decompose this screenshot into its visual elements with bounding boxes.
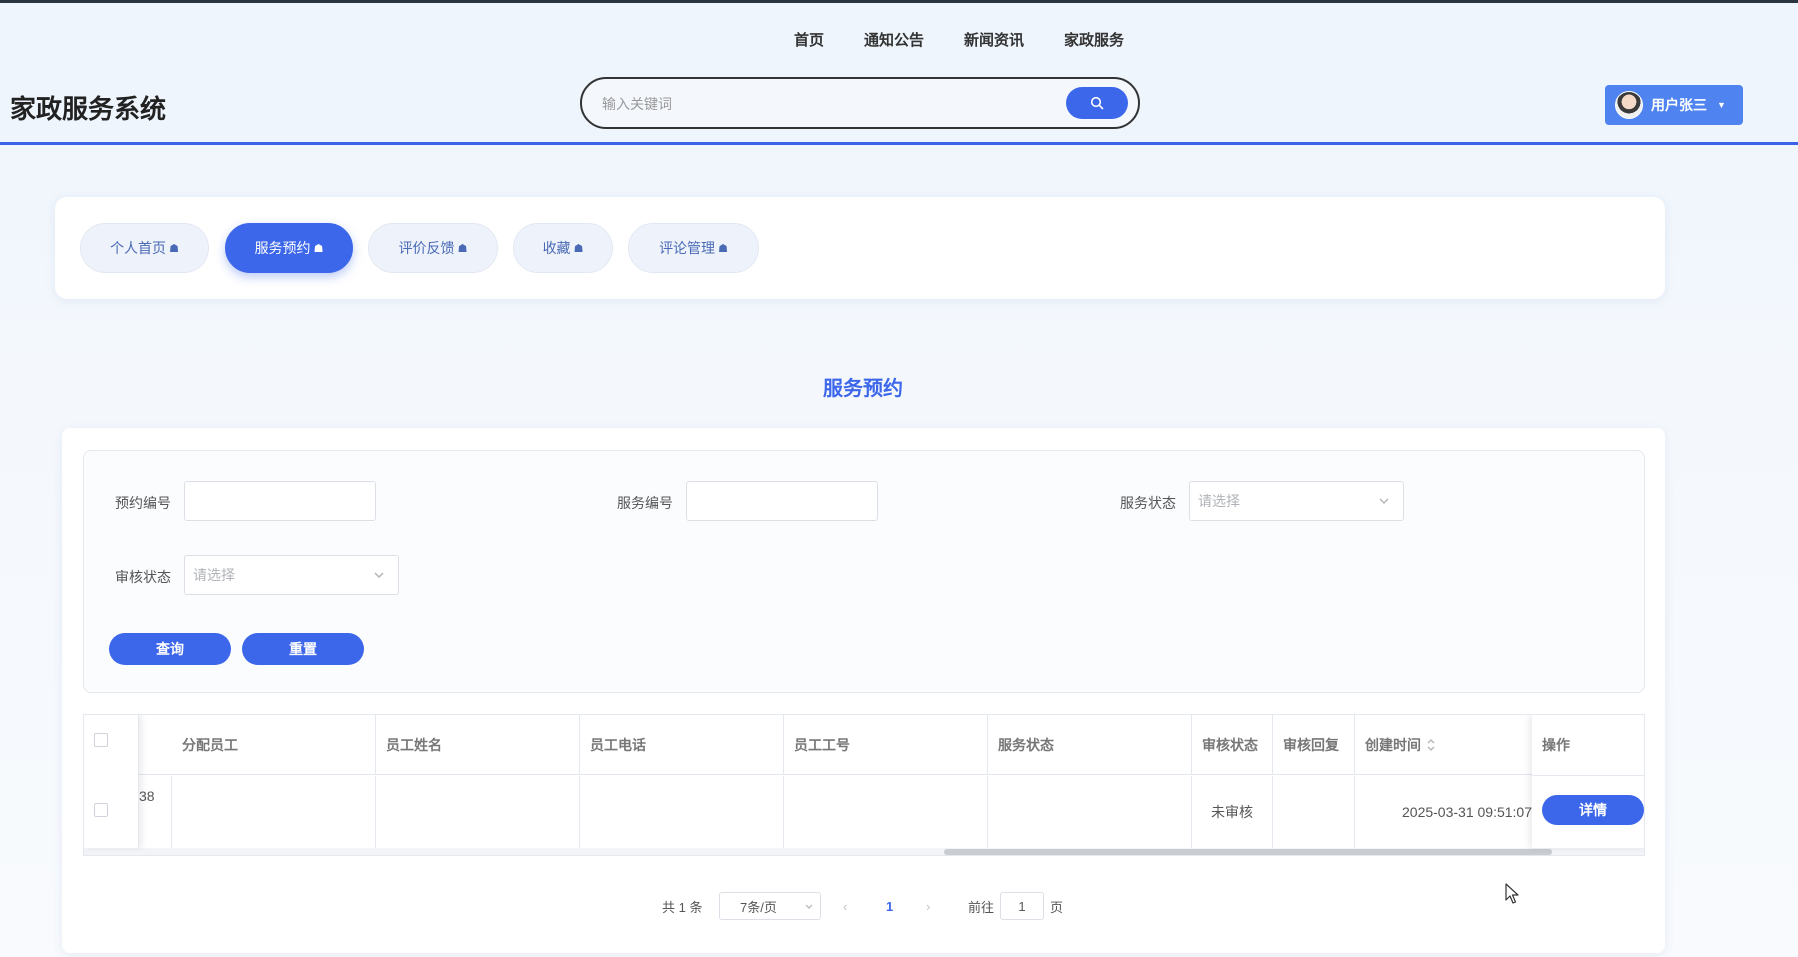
detail-button[interactable]: 详情 (1542, 795, 1644, 825)
cell-created-at: 2025-03-31 09:51:07 (1402, 804, 1532, 820)
cell-staff-name (376, 776, 580, 848)
prev-page-icon[interactable]: ‹ (843, 892, 847, 920)
home-icon: ☗ (169, 242, 179, 255)
tab-label: 个人首页 (110, 240, 167, 256)
cell-assigned-staff (172, 776, 376, 848)
next-page-icon[interactable]: › (926, 892, 930, 920)
top-nav: 首页 通知公告 新闻资讯 家政服务 (0, 29, 1798, 50)
tab-comment-management[interactable]: 评论管理 ☗ (628, 223, 759, 273)
cell-audit-status: 未审核 (1192, 776, 1273, 848)
booking-panel: 预约编号 服务编号 服务状态 请选择 审核状态 请选择 查询 重置 分配员工 员… (62, 428, 1665, 953)
page-suffix: 页 (1050, 899, 1064, 915)
select-all-checkbox[interactable] (94, 733, 108, 747)
avatar (1615, 91, 1643, 119)
column-audit-status: 审核状态 (1192, 715, 1273, 775)
cell-staff-phone (580, 776, 784, 848)
page-size-value: 7条/页 (740, 899, 777, 915)
audit-status-select[interactable]: 请选择 (184, 555, 399, 595)
booking-no-label: 预约编号 (115, 495, 171, 511)
sort-icon[interactable] (1425, 738, 1437, 752)
site-title: 家政服务系统 (10, 94, 167, 124)
service-status-label: 服务状态 (1120, 495, 1176, 511)
column-audit-reply: 审核回复 (1273, 715, 1355, 775)
search-input[interactable] (602, 91, 1042, 117)
row-id-partial: 38 (139, 776, 172, 848)
tab-label: 收藏 (542, 240, 571, 256)
tab-label: 评论管理 (659, 240, 716, 256)
goto-label: 前往 (968, 899, 995, 915)
column-action: 操作 (1542, 737, 1570, 753)
select-placeholder: 请选择 (193, 567, 235, 583)
page-title: 服务预约 (823, 378, 903, 400)
header-divider (0, 142, 1798, 145)
pagination: 共 1 条 7条/页 ‹ 1 › 前往 1 页 (62, 892, 1665, 922)
service-no-input[interactable] (686, 481, 878, 521)
tab-label: 评价反馈 (398, 240, 455, 256)
column-service-status: 服务状态 (988, 715, 1192, 775)
scrollbar-thumb[interactable] (944, 849, 1552, 855)
user-menu-button[interactable]: 用户张三 ▼ (1605, 85, 1743, 125)
search-icon (1090, 96, 1104, 110)
column-staff-phone: 员工电话 (580, 715, 784, 775)
nav-notices[interactable]: 通知公告 (864, 29, 924, 50)
column-staff-no: 员工工号 (784, 715, 988, 775)
goto-page-input[interactable]: 1 (1000, 892, 1044, 920)
chevron-down-icon: ▼ (1717, 100, 1726, 110)
pagination-total: 共 1 条 (662, 899, 703, 915)
chevron-down-icon (1379, 498, 1389, 504)
fixed-action-column: 操作 详情 (1532, 715, 1644, 848)
home-icon: ☗ (573, 242, 584, 255)
mouse-cursor-icon (1505, 883, 1519, 904)
site-header: 首页 通知公告 新闻资讯 家政服务 家政服务系统 用户张三 ▼ (0, 3, 1798, 145)
table-header: 分配员工 员工姓名 员工电话 员工工号 服务状态 审核状态 审核回复 创建时间 (84, 715, 1644, 775)
tab-service-booking[interactable]: 服务预约 ☗ (225, 223, 353, 273)
table-row[interactable]: 38 未审核 2025-03-31 09:51:07 (84, 776, 1644, 848)
nav-home[interactable]: 首页 (794, 29, 824, 50)
page-number-current[interactable]: 1 (886, 892, 893, 920)
horizontal-scrollbar[interactable] (84, 848, 1644, 855)
audit-status-label: 审核状态 (115, 569, 171, 585)
user-name: 用户张三 (1651, 97, 1707, 113)
fixed-selection-column (84, 715, 139, 848)
user-center-tabs: 个人首页 ☗ 服务预约 ☗ 评价反馈 ☗ 收藏 ☗ 评论管理 ☗ (55, 197, 1665, 299)
search-bar (580, 77, 1140, 129)
query-button[interactable]: 查询 (109, 633, 231, 665)
cell-service-status (988, 776, 1192, 848)
chevron-down-icon (374, 572, 384, 578)
tab-feedback[interactable]: 评价反馈 ☗ (368, 223, 498, 273)
column-label: 创建时间 (1365, 737, 1421, 753)
service-no-label: 服务编号 (617, 495, 673, 511)
chevron-down-icon (805, 904, 813, 909)
column-assigned-staff: 分配员工 (172, 715, 376, 775)
row-checkbox[interactable] (94, 803, 108, 817)
reset-button[interactable]: 重置 (242, 633, 364, 665)
select-placeholder: 请选择 (1198, 493, 1240, 509)
tab-profile[interactable]: 个人首页 ☗ (80, 223, 209, 273)
search-filters: 预约编号 服务编号 服务状态 请选择 审核状态 请选择 查询 重置 (83, 450, 1645, 693)
booking-table: 分配员工 员工姓名 员工电话 员工工号 服务状态 审核状态 审核回复 创建时间 … (83, 714, 1645, 856)
header-divider (1532, 775, 1644, 776)
tab-favorites[interactable]: 收藏 ☗ (513, 223, 613, 273)
home-icon: ☗ (313, 242, 324, 255)
nav-news[interactable]: 新闻资讯 (964, 29, 1024, 50)
page-size-select[interactable]: 7条/页 (719, 892, 821, 920)
home-icon: ☗ (457, 242, 468, 255)
column-staff-name: 员工姓名 (376, 715, 580, 775)
column-created-at[interactable]: 创建时间 (1355, 715, 1532, 775)
nav-services[interactable]: 家政服务 (1064, 29, 1124, 50)
cell-staff-no (784, 776, 988, 848)
booking-no-input[interactable] (184, 481, 376, 521)
cell-audit-reply (1273, 776, 1355, 848)
home-icon: ☗ (718, 242, 728, 255)
search-button[interactable] (1066, 87, 1128, 119)
tab-label: 服务预约 (254, 240, 311, 256)
service-status-select[interactable]: 请选择 (1189, 481, 1404, 521)
